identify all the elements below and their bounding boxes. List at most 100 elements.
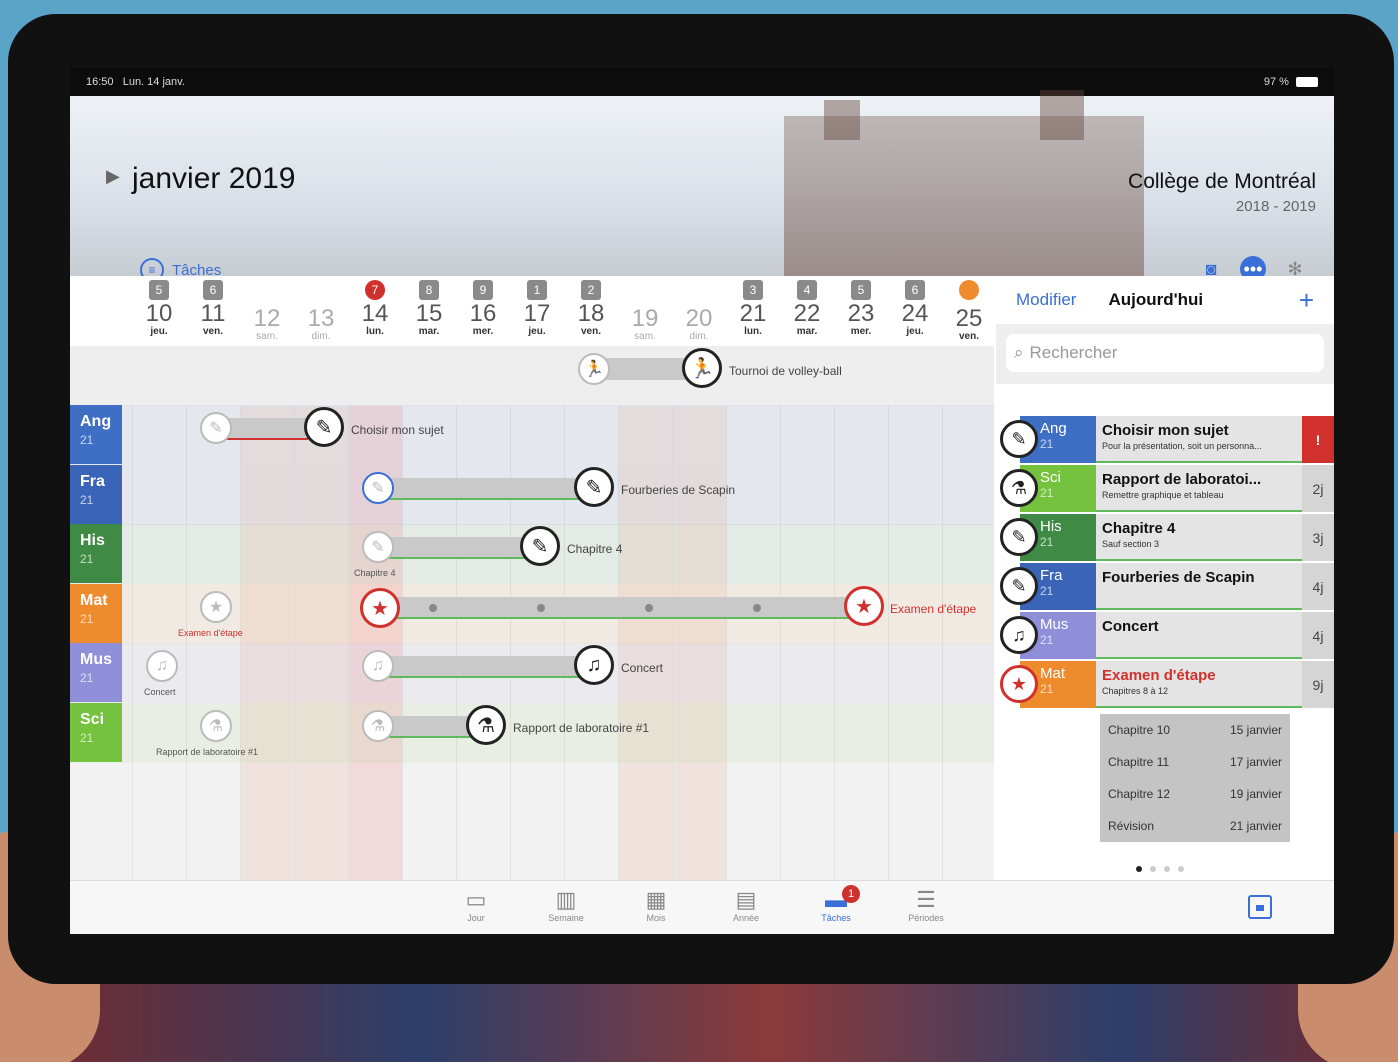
day-header[interactable]: 7 14 lun. — [348, 276, 402, 346]
mus-bar[interactable] — [380, 656, 580, 678]
task-step[interactable]: Chapitre 11 17 janvier — [1100, 746, 1290, 778]
flask-icon[interactable]: ⚗ — [200, 710, 232, 742]
subject-mat[interactable]: Mat 21 — [70, 584, 122, 643]
running-icon[interactable]: 🏃 — [578, 353, 610, 385]
subject-fra[interactable]: Fra 21 — [70, 465, 122, 524]
page-dot — [1136, 866, 1142, 872]
month-view-icon: ▦ — [645, 887, 667, 912]
pencil-icon[interactable]: ✎ — [304, 407, 344, 447]
day-cycle-badge: 8 — [419, 280, 439, 300]
subject-mus[interactable]: Mus 21 — [70, 643, 122, 702]
fra-bar[interactable] — [380, 478, 580, 500]
task-timeline: Ang 21 Fra 21 His 21 Mat 21 Mus 21 Sci 21 🏃 🏃 … — [70, 276, 994, 880]
event-mus-label[interactable]: Concert — [621, 661, 663, 675]
tab-mois[interactable]: ▦ Mois — [626, 887, 686, 923]
pencil-icon[interactable]: ✎ — [362, 472, 394, 504]
pencil-icon[interactable]: ✎ — [200, 412, 232, 444]
task-item[interactable]: ⚗ Sci 21 Rapport de laboratoi... Remettre gr… — [1000, 465, 1334, 512]
tab-taches[interactable]: ▬ Tâches 1 — [806, 885, 866, 923]
milestone-dot[interactable] — [753, 604, 761, 612]
day-cycle-badge — [257, 280, 277, 300]
day-header[interactable]: 25 ven. — [942, 276, 994, 346]
day-header[interactable]: 6 24 jeu. — [888, 276, 942, 346]
task-step[interactable]: Chapitre 12 19 janvier — [1100, 778, 1290, 810]
task-step[interactable]: Révision 21 janvier — [1100, 810, 1290, 842]
milestone-dot[interactable] — [645, 604, 653, 612]
event-sci-label[interactable]: Rapport de laboratoire #1 — [513, 721, 649, 735]
day-header[interactable]: 9 16 mer. — [456, 276, 510, 346]
task-item[interactable]: ✎ Ang 21 Choisir mon sujet Pour la présentat… — [1000, 416, 1334, 463]
day-header[interactable]: 13 dim. — [294, 276, 348, 346]
music-note-icon[interactable]: ♫ — [574, 645, 614, 685]
page-dot — [1164, 866, 1170, 872]
day-number: 19 — [631, 305, 659, 332]
pencil-icon[interactable]: ✎ — [574, 467, 614, 507]
task-item[interactable]: ★ Mat 21 Examen d'étape Chapitres 8 à 12 9j — [1000, 661, 1334, 708]
day-header[interactable]: 4 22 mar. — [780, 276, 834, 346]
running-icon[interactable]: 🏃 — [682, 348, 722, 388]
flask-icon[interactable]: ⚗ — [362, 710, 394, 742]
day-header[interactable]: 8 15 mar. — [402, 276, 456, 346]
event-mat-small-label: Examen d'étape — [178, 628, 243, 638]
step-label: Chapitre 11 — [1108, 755, 1170, 769]
task-item[interactable]: ♫ Mus 21 Concert 4j — [1000, 612, 1334, 659]
milestone-dot[interactable] — [537, 604, 545, 612]
tab-jour[interactable]: ▭ Jour — [446, 887, 506, 923]
page-indicator[interactable] — [1136, 866, 1184, 872]
day-header[interactable]: 19 sam. — [618, 276, 672, 346]
day-header[interactable]: 12 sam. — [240, 276, 294, 346]
day-header[interactable]: 5 23 mer. — [834, 276, 888, 346]
subject-num: 21 — [80, 671, 94, 685]
star-icon[interactable]: ★ — [844, 586, 884, 626]
star-icon[interactable]: ★ — [200, 591, 232, 623]
today-button[interactable]: Aujourd'hui — [1108, 290, 1203, 310]
app-screen: 16:50 Lun. 14 janv. 97 % ▶ janvier 2019 … — [70, 68, 1334, 934]
day-header[interactable]: 20 dim. — [672, 276, 726, 346]
music-note-icon[interactable]: ♫ — [146, 650, 178, 682]
tab-annee[interactable]: ▤ Année — [716, 887, 776, 923]
flask-icon[interactable]: ⚗ — [466, 705, 506, 745]
day-header[interactable]: 3 21 lun. — [726, 276, 780, 346]
edit-button[interactable]: Modifier — [1016, 290, 1076, 310]
sci-bar[interactable] — [380, 716, 480, 738]
today-calendar-icon[interactable] — [1248, 895, 1272, 919]
tab-periodes[interactable]: ☰ Périodes — [896, 887, 956, 923]
subject-ang[interactable]: Ang 21 — [70, 405, 122, 464]
day-header[interactable]: 6 11 ven. — [186, 276, 240, 346]
month-title[interactable]: janvier 2019 — [132, 162, 295, 196]
milestone-dot[interactable] — [429, 604, 437, 612]
subject-num: 21 — [80, 552, 94, 566]
battery-icon — [1296, 77, 1318, 88]
event-his-label[interactable]: Chapitre 4 — [567, 542, 622, 556]
day-header[interactable]: 1 17 jeu. — [510, 276, 564, 346]
day-header[interactable]: 2 18 ven. — [564, 276, 618, 346]
search-placeholder: Rechercher — [1029, 343, 1118, 362]
task-title: Choisir mon sujet — [1102, 422, 1229, 439]
event-volley-label[interactable]: Tournoi de volley-ball — [729, 364, 842, 378]
disclosure-arrow-icon[interactable]: ▶ — [106, 166, 120, 187]
subject-code: His — [80, 532, 105, 549]
pencil-icon: ✎ — [1000, 567, 1038, 605]
tab-semaine[interactable]: ▥ Semaine — [536, 887, 596, 923]
event-fra-label[interactable]: Fourberies de Scapin — [621, 483, 735, 497]
step-date: 15 janvier — [1229, 723, 1282, 737]
event-mat-label[interactable]: Examen d'étape — [890, 602, 976, 616]
pencil-icon[interactable]: ✎ — [362, 531, 394, 563]
task-due: ! — [1302, 416, 1334, 463]
task-item[interactable]: ✎ Fra 21 Fourberies de Scapin 4j — [1000, 563, 1334, 610]
mat-bar[interactable] — [380, 597, 850, 619]
day-header[interactable]: 5 10 jeu. — [132, 276, 186, 346]
task-item[interactable]: ✎ His 21 Chapitre 4 Sauf section 3 3j — [1000, 514, 1334, 561]
pencil-icon[interactable]: ✎ — [520, 526, 560, 566]
search-area: ⌕ Rechercher — [996, 324, 1334, 384]
day-name: ven. — [580, 326, 601, 337]
star-icon[interactable]: ★ — [360, 588, 400, 628]
search-input[interactable]: ⌕ Rechercher — [1006, 334, 1324, 372]
his-bar[interactable] — [380, 537, 526, 559]
task-step[interactable]: Chapitre 10 15 janvier — [1100, 714, 1290, 746]
music-note-icon[interactable]: ♫ — [362, 650, 394, 682]
subject-sci[interactable]: Sci 21 — [70, 703, 122, 762]
subject-his[interactable]: His 21 — [70, 524, 122, 583]
event-ang-label[interactable]: Choisir mon sujet — [351, 423, 444, 437]
add-task-button[interactable]: + — [1299, 287, 1314, 313]
